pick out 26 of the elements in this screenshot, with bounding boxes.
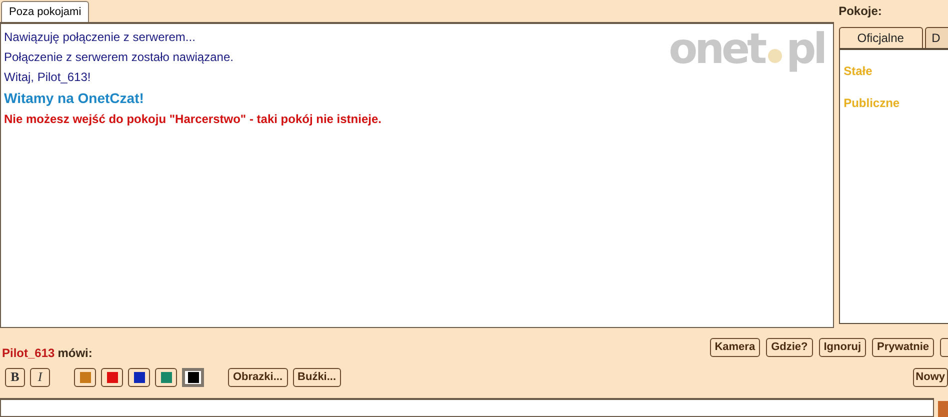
user-action-button[interactable]: Gdzie? bbox=[766, 338, 813, 356]
color-button[interactable] bbox=[182, 368, 204, 386]
rooms-title: Pokoje: bbox=[838, 3, 883, 20]
italic-button[interactable]: I bbox=[30, 368, 50, 386]
color-button[interactable] bbox=[74, 368, 96, 386]
chat-tab[interactable]: Poza pokojami bbox=[1, 1, 90, 22]
nick-label: Pilot_613 bbox=[2, 346, 55, 360]
user-action-button[interactable]: Kamera bbox=[710, 338, 760, 356]
color-button[interactable] bbox=[155, 368, 177, 386]
user-action-button[interactable]: Prywatnie bbox=[872, 338, 934, 356]
color-button[interactable] bbox=[128, 368, 150, 386]
new-button[interactable]: Nowy bbox=[912, 368, 948, 386]
message-input[interactable] bbox=[0, 398, 934, 417]
insert-button[interactable]: Buźki... bbox=[292, 368, 342, 386]
rooms-tab[interactable]: D bbox=[924, 27, 948, 48]
chat-message: Nawiązuję połączenie z serwerem... bbox=[4, 29, 196, 46]
chat-message: Witamy na OnetCzat! bbox=[4, 89, 144, 108]
user-action-button[interactable]: Ignoruj bbox=[818, 338, 866, 356]
speaker-label: mówi: bbox=[58, 346, 92, 360]
chat-message: Połączenie z serwerem zostało nawiązane. bbox=[4, 49, 234, 66]
chat-message: Witaj, Pilot_613! bbox=[4, 69, 91, 86]
rooms-tab[interactable]: Oficjalne bbox=[838, 27, 923, 48]
chat-message: Nie możesz wejść do pokoju "Harcerstwo" - taki pokój nie istnieje. bbox=[4, 111, 382, 128]
bold-button[interactable]: B bbox=[5, 368, 25, 386]
color-button[interactable] bbox=[101, 368, 123, 386]
insert-button[interactable]: Obrazki... bbox=[228, 368, 288, 386]
